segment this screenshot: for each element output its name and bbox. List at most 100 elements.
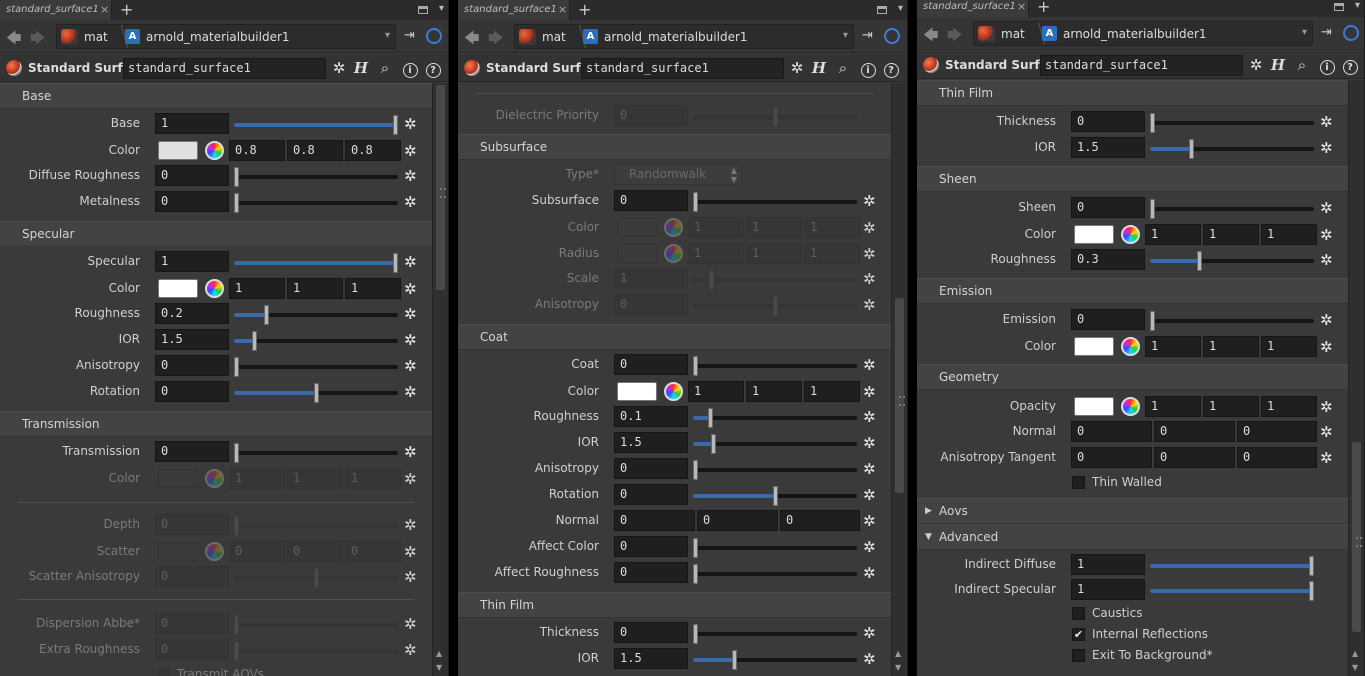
opacity-g-field[interactable]: 1 [1203, 396, 1259, 417]
link-icon[interactable] [884, 28, 900, 44]
color-swatch[interactable] [158, 141, 198, 160]
gear-icon[interactable]: ✲ [404, 443, 417, 461]
indirect-specular-field[interactable]: 1 [1071, 579, 1145, 600]
search-icon[interactable]: ⌕ [834, 59, 852, 77]
coat-roughness-slider[interactable] [693, 408, 857, 428]
tab-standard-surface1[interactable]: standard_surface1 × [0, 0, 112, 20]
gear-icon[interactable]: ✲ [863, 245, 876, 263]
chevron-down-icon[interactable]: ▾ [843, 30, 848, 41]
back-arrow-icon[interactable]: 🡄 [923, 25, 939, 50]
gear-icon[interactable]: ✲ [1320, 113, 1333, 131]
normal-z-field[interactable]: 0 [1237, 421, 1317, 442]
forward-arrow-icon[interactable]: 🡆 [30, 28, 46, 53]
section-thin-film[interactable]: Thin Film [917, 80, 1348, 106]
ior-field[interactable]: 1.5 [1071, 137, 1145, 158]
color-b-field[interactable]: 0.8 [345, 140, 401, 161]
ior-field[interactable]: 1.5 [155, 329, 229, 350]
color-g-field[interactable]: 1 [287, 278, 343, 299]
color-swatch[interactable] [617, 382, 657, 401]
opacity-b-field[interactable]: 1 [1261, 396, 1317, 417]
color-wheel-icon[interactable] [1121, 225, 1140, 244]
indirect-specular-slider[interactable] [1150, 581, 1314, 601]
coat-ior-slider[interactable] [693, 434, 857, 454]
menu-icon[interactable]: ▾ [1355, 0, 1360, 11]
gear-icon[interactable]: ✲ [404, 193, 417, 211]
gear-icon[interactable]: ✲ [404, 253, 417, 271]
affect-color-slider[interactable] [693, 538, 857, 558]
node-name-field[interactable]: standard_surface1 [581, 58, 784, 79]
gear-icon[interactable]: ✲ [404, 543, 417, 561]
sheen-field[interactable]: 0 [1071, 197, 1145, 218]
scroll-up-icon[interactable]: ▲ [895, 649, 901, 658]
help-icon[interactable]: ? [424, 59, 442, 78]
houdini-help-icon[interactable]: H [352, 59, 370, 77]
path-bar[interactable]: mat A arnold_materialbuilder1 ▾ [56, 24, 396, 49]
close-icon[interactable]: × [1017, 0, 1026, 13]
tangent-y-field[interactable]: 0 [1154, 447, 1235, 468]
add-tab-icon[interactable]: + [1037, 0, 1050, 17]
gear-icon[interactable]: ✲ [863, 624, 876, 642]
scroll-down-icon[interactable]: ▼ [895, 663, 901, 672]
tangent-x-field[interactable]: 0 [1071, 447, 1152, 468]
houdini-help-icon[interactable]: H [810, 59, 828, 77]
color-wheel-icon[interactable] [1121, 397, 1140, 416]
coat-field[interactable]: 0 [614, 354, 688, 375]
path-root-label[interactable]: mat [84, 30, 108, 44]
help-icon[interactable]: ? [882, 59, 900, 78]
path-bar[interactable]: mat A arnold_materialbuilder1 ▾ [973, 21, 1313, 46]
tab-standard-surface1[interactable]: standard_surface1 × [917, 0, 1029, 17]
scrollbar[interactable]: ▲ ▼ [891, 83, 907, 676]
gear-icon[interactable]: ✲ [404, 280, 417, 298]
tangent-z-field[interactable]: 0 [1237, 447, 1317, 468]
add-tab-icon[interactable]: + [578, 0, 591, 20]
gear-icon[interactable]: ✲ [1320, 449, 1333, 467]
gear-icon[interactable]: ✲ [1320, 338, 1333, 356]
section-specular[interactable]: Specular [0, 221, 432, 247]
gear-icon[interactable]: ✲ [863, 650, 876, 668]
scroll-down-icon[interactable]: ▼ [436, 663, 442, 672]
gear-icon[interactable]: ✲ [863, 486, 876, 504]
gear-icon[interactable]: ✲ [404, 383, 417, 401]
tf-ior-slider[interactable] [693, 650, 857, 670]
color-swatch[interactable] [1074, 225, 1114, 244]
section-transmission[interactable]: Transmission [0, 411, 432, 437]
path-node-label[interactable]: arnold_materialbuilder1 [604, 30, 748, 44]
roughness-field[interactable]: 0.2 [155, 303, 229, 324]
gear-icon[interactable]: ✲ [863, 408, 876, 426]
anisotropy-field[interactable]: 0 [155, 355, 229, 376]
menu-icon[interactable]: ▾ [439, 3, 444, 14]
section-base[interactable]: Base [0, 83, 432, 109]
gear-icon[interactable]: ✲ [863, 434, 876, 452]
color-r-field[interactable]: 1 [688, 381, 744, 402]
coat-slider[interactable] [693, 356, 857, 376]
roughness-slider[interactable] [234, 305, 398, 325]
houdini-help-icon[interactable]: H [1269, 56, 1287, 74]
sheen-roughness-field[interactable]: 0.3 [1071, 249, 1145, 270]
gear-icon[interactable]: ✲ [404, 516, 417, 534]
node-name-field[interactable]: standard_surface1 [123, 58, 326, 79]
sheen-slider[interactable] [1150, 199, 1314, 219]
search-icon[interactable]: ⌕ [1293, 56, 1311, 74]
info-icon[interactable]: i [1318, 56, 1336, 75]
sheen-roughness-slider[interactable] [1150, 251, 1314, 271]
gear-icon[interactable]: ✲ [863, 192, 876, 210]
gear-icon[interactable]: ✲ [863, 219, 876, 237]
path-root-label[interactable]: mat [1001, 27, 1025, 41]
gear-icon[interactable]: ✲ [863, 383, 876, 401]
color-swatch[interactable] [1074, 337, 1114, 356]
metalness-field[interactable]: 0 [155, 191, 229, 212]
gear-icon[interactable]: ✲ [863, 270, 876, 288]
color-swatch[interactable] [1074, 397, 1114, 416]
transmission-slider[interactable] [234, 443, 398, 463]
subsurface-field[interactable]: 0 [614, 190, 688, 211]
section-thin-film[interactable]: Thin Film [458, 592, 891, 618]
gear-icon[interactable]: ✲ [404, 641, 417, 659]
gear-icon[interactable]: ✲ [404, 115, 417, 133]
scroll-down-icon[interactable]: ▼ [1352, 663, 1358, 672]
scroll-thumb[interactable] [1352, 442, 1362, 632]
gear-icon[interactable]: ✲ [863, 512, 876, 530]
base-slider[interactable] [234, 115, 398, 135]
scrollbar[interactable]: ▲ ▼ [432, 83, 448, 676]
internal-reflections-checkbox[interactable]: ✔ [1072, 628, 1085, 641]
rotation-slider[interactable] [234, 383, 398, 403]
